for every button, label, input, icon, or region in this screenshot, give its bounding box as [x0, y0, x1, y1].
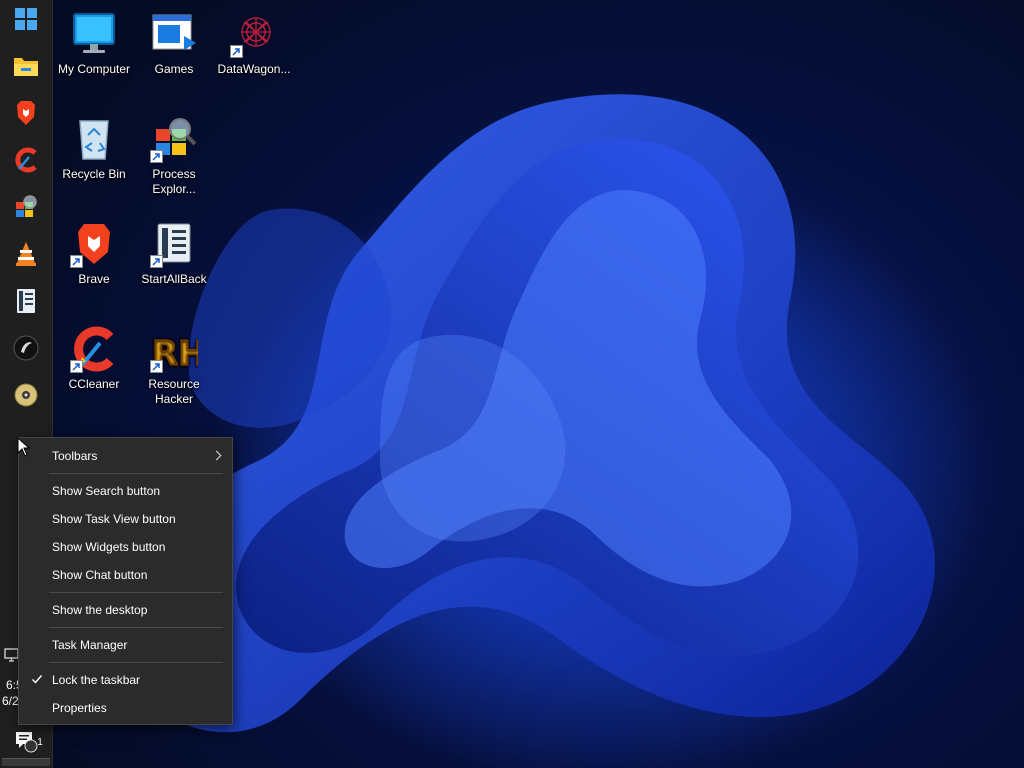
resource-hacker-icon: RH — [150, 325, 207, 375]
desktop-icon-brave[interactable]: Brave — [54, 220, 134, 287]
vlc-icon[interactable] — [11, 239, 41, 269]
process-explorer-icon[interactable] — [11, 192, 41, 222]
shortcut-arrow-icon — [230, 45, 243, 58]
desktop-icon-label: Recycle Bin — [62, 167, 126, 181]
desktop-icon-resource-hacker[interactable]: RH Resource Hacker — [134, 325, 214, 407]
shortcut-arrow-icon — [150, 255, 163, 268]
games-icon — [150, 10, 198, 58]
monitor-icon — [70, 10, 118, 58]
menu-item-show-chat-button[interactable]: Show Chat button — [19, 561, 232, 589]
desktop-icon-label: StartAllBack — [141, 272, 207, 286]
menu-item-show-search-button[interactable]: Show Search button — [19, 477, 232, 505]
checkmark-icon — [32, 675, 43, 684]
desktop-icon-label: Brave — [78, 272, 110, 286]
menu-item-properties[interactable]: Properties — [19, 694, 232, 722]
desktop-icon-label: CCleaner — [68, 377, 120, 391]
menu-item-show-the-desktop[interactable]: Show the desktop — [19, 596, 232, 624]
menu-separator — [49, 662, 223, 663]
menu-separator — [49, 592, 223, 593]
shortcut-arrow-icon — [70, 255, 83, 268]
shortcut-arrow-icon — [150, 150, 163, 163]
notification-center-icon[interactable]: 1 — [11, 726, 43, 756]
app-circle-icon[interactable] — [11, 333, 41, 363]
process-explorer-icon — [150, 115, 198, 163]
menu-item-lock-the-taskbar[interactable]: Lock the taskbar — [19, 666, 232, 694]
recycle-bin-icon — [70, 115, 118, 163]
ccleaner-icon[interactable] — [11, 145, 41, 175]
desktop-icon-label: Games — [154, 62, 194, 76]
desktop-icon-label: DataWagon... — [217, 62, 291, 76]
desktop-icon-label: Process Explor... — [152, 167, 196, 196]
brave-icon — [70, 220, 118, 268]
menu-separator — [49, 473, 223, 474]
desktop-icon-process-explorer[interactable]: Process Explor... — [134, 115, 214, 197]
desktop-icon-label: My Computer — [57, 62, 131, 76]
startallback-icon[interactable] — [11, 286, 41, 316]
desktop-icon-recycle-bin[interactable]: Recycle Bin — [54, 115, 134, 182]
datawagon-icon — [230, 10, 278, 58]
disc-icon[interactable] — [11, 380, 41, 410]
shortcut-arrow-icon — [150, 360, 163, 373]
menu-item-toolbars[interactable]: Toolbars — [19, 442, 232, 470]
taskbar-context-menu: Toolbars Show Search button Show Task Vi… — [18, 437, 233, 725]
windows-start-icon[interactable] — [11, 4, 41, 34]
desktop-icon-label: Resource Hacker — [148, 377, 200, 406]
mouse-cursor-icon — [17, 437, 31, 457]
desktop-icon-datawagon[interactable]: DataWagon... — [214, 10, 294, 77]
desktop-icon-startallback[interactable]: StartAllBack — [134, 220, 214, 287]
brave-icon[interactable] — [11, 98, 41, 128]
menu-separator — [49, 627, 223, 628]
shortcut-arrow-icon — [70, 360, 83, 373]
desktop-icon-ccleaner[interactable]: CCleaner — [54, 325, 134, 392]
desktop-icon-games[interactable]: Games — [134, 10, 214, 77]
notification-count-badge: 1 — [37, 737, 43, 748]
show-desktop-strip[interactable] — [2, 758, 50, 766]
startallback-icon — [150, 220, 198, 268]
file-explorer-icon[interactable] — [11, 51, 41, 81]
ccleaner-icon — [70, 325, 118, 373]
menu-item-show-widgets-button[interactable]: Show Widgets button — [19, 533, 232, 561]
menu-item-task-manager[interactable]: Task Manager — [19, 631, 232, 659]
chevron-right-icon — [211, 450, 222, 461]
desktop-icon-my-computer[interactable]: My Computer — [54, 10, 134, 77]
menu-item-show-task-view-button[interactable]: Show Task View button — [19, 505, 232, 533]
